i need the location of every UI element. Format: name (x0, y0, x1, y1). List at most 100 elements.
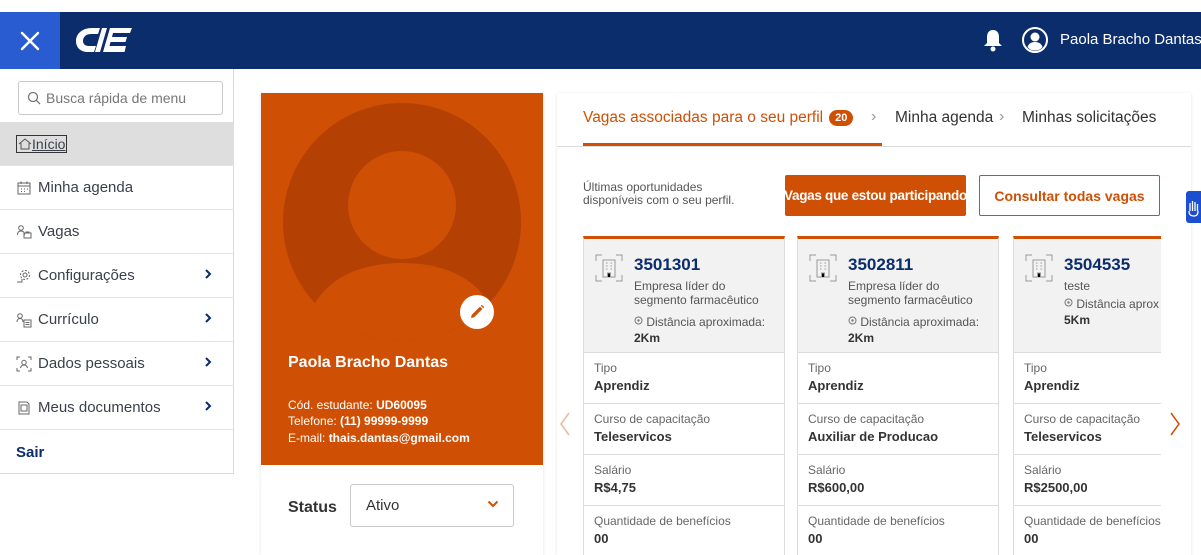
job-field-beneficios: Quantidade de benefícios 00 (798, 506, 998, 555)
hand-sign-icon (1188, 201, 1199, 217)
user-avatar-icon[interactable] (1022, 27, 1048, 53)
location-pin-icon (634, 316, 643, 325)
ciee-logo (76, 28, 132, 52)
field-value: 00 (808, 531, 823, 546)
job-field-tipo: Tipo Aprendiz (1014, 353, 1161, 404)
chevron-down-icon (487, 500, 499, 508)
field-label: Curso de capacitação (1024, 412, 1141, 426)
job-code: 3504535 (1064, 255, 1131, 274)
sidebar-item-label: Currículo (38, 311, 99, 328)
sidebar-item-vagas[interactable]: Vagas (0, 210, 234, 254)
profile-header: Paola Bracho Dantas Cód. estudante: UD60… (261, 93, 543, 465)
field-value: R$600,00 (808, 480, 865, 495)
field-label: Tipo (1024, 361, 1047, 375)
field-label: Quantidade de benefícios (594, 514, 731, 528)
job-distance-label: Distância aprox (1064, 297, 1159, 311)
profile-email-label: E-mail: (288, 431, 326, 445)
menu-search[interactable] (18, 81, 223, 115)
sidebar-item-dados-pessoais[interactable]: Dados pessoais (0, 342, 234, 386)
profile-code: Cód. estudante: UD60095 (288, 398, 427, 412)
profile-name: Paola Bracho Dantas (288, 354, 449, 371)
profile-card: Paola Bracho Dantas Cód. estudante: UD60… (261, 93, 543, 555)
field-label: Tipo (808, 361, 831, 375)
job-field-tipo: Tipo Aprendiz (798, 353, 998, 404)
profile-phone-value: (11) 99999-9999 (340, 414, 429, 428)
document-icon (18, 401, 30, 414)
all-jobs-button[interactable]: Consultar todas vagas (979, 175, 1160, 216)
bell-icon[interactable] (982, 28, 1004, 52)
job-distance-text: Distância aproximada: (646, 315, 766, 329)
tab-separator: › (871, 108, 877, 125)
sidebar-item-sair[interactable]: Sair (0, 430, 234, 474)
header-user-name[interactable]: Paola Bracho Dantas (1060, 31, 1201, 48)
people-icon (17, 224, 32, 238)
field-label: Quantidade de benefícios (1024, 514, 1161, 528)
field-value: Aprendiz (1024, 378, 1080, 393)
job-distance-text: Distância aprox (1076, 297, 1160, 311)
field-value: Teleservicos (594, 429, 672, 444)
job-company: Empresa líder do segmento farmacêutico (634, 279, 759, 307)
job-card-header: 3502811 Empresa líder do segmento farmac… (798, 239, 998, 353)
active-tab-indicator (583, 143, 882, 146)
field-label: Quantidade de benefícios (808, 514, 945, 528)
sidebar-item-meus-documentos[interactable]: Meus documentos (0, 386, 234, 430)
sidebar-item-label: Sair (16, 443, 45, 461)
sidebar: Início Minha agenda Vagas Configurações … (0, 69, 234, 474)
profile-code-label: Cód. estudante: (288, 398, 373, 412)
job-card[interactable]: 3502811 Empresa líder do segmento farmac… (797, 236, 999, 555)
carousel-next-arrow[interactable] (1169, 411, 1181, 437)
job-card[interactable]: 3501301 Empresa líder do segmento farmac… (583, 236, 785, 555)
edit-photo-button[interactable] (460, 295, 494, 329)
sidebar-item-minha-agenda[interactable]: Minha agenda (0, 166, 234, 210)
field-value: 00 (594, 531, 609, 546)
job-field-salario: Salário R$4,75 (584, 455, 784, 506)
sidebar-item-label: Minha agenda (38, 179, 134, 196)
field-label: Curso de capacitação (594, 412, 711, 426)
location-pin-icon (848, 316, 857, 325)
profile-code-value: UD60095 (376, 398, 427, 412)
resume-icon (16, 312, 32, 327)
job-company: Empresa líder do segmento farmacêutico (848, 279, 973, 307)
building-icon (1025, 254, 1053, 282)
job-distance: 2Km (634, 331, 661, 345)
tab-minhas-solicitacoes[interactable]: Minhas solicitações (1022, 109, 1156, 127)
field-value: Aprendiz (808, 378, 864, 393)
tab-minha-agenda[interactable]: Minha agenda (895, 109, 993, 127)
job-distance: 2Km (848, 331, 875, 345)
sidebar-item-label: Início (32, 135, 66, 152)
field-label: Salário (1024, 463, 1062, 477)
field-value: Auxiliar de Producao (808, 429, 939, 444)
job-code: 3501301 (634, 255, 701, 274)
job-company: teste (1064, 279, 1091, 293)
profile-email-value: thais.dantas@gmail.com (328, 431, 470, 445)
carousel-prev-arrow[interactable] (559, 411, 571, 437)
job-field-tipo: Tipo Aprendiz (584, 353, 784, 404)
pencil-icon (471, 304, 485, 318)
field-label: Curso de capacitação (808, 412, 925, 426)
field-label: Salário (594, 463, 632, 477)
sidebar-item-label: Meus documentos (38, 399, 161, 416)
field-value: Teleservicos (1024, 429, 1102, 444)
location-pin-icon (1064, 298, 1073, 307)
close-menu-button[interactable] (0, 12, 60, 69)
sidebar-item-curriculo[interactable]: Currículo (0, 298, 234, 342)
sidebar-item-configuracoes[interactable]: Configurações (0, 254, 234, 298)
accessibility-widget[interactable] (1186, 191, 1201, 223)
tab-vagas-associadas[interactable]: Vagas associadas para o seu perfil 20 (583, 109, 854, 127)
building-icon (809, 254, 837, 282)
menu-search-input[interactable] (46, 90, 216, 106)
top-bar: Paola Bracho Dantas (0, 12, 1201, 69)
job-card-header: 3501301 Empresa líder do segmento farmac… (584, 239, 784, 353)
job-card[interactable]: 3504535 teste Distância aprox 5Km Tipo Ap… (1013, 236, 1161, 555)
profile-phone: Telefone: (11) 99999-9999 (288, 414, 428, 428)
job-field-curso: Curso de capacitação Auxiliar de Producao (798, 404, 998, 455)
gear-icon (17, 269, 30, 282)
sidebar-item-inicio-box: Início (16, 134, 68, 153)
calendar-icon (17, 181, 31, 194)
sidebar-menu: Início Minha agenda Vagas Configurações … (0, 122, 234, 474)
participating-jobs-button[interactable]: Vagas que estou participando (784, 175, 967, 216)
sidebar-item-inicio[interactable]: Início (0, 122, 234, 166)
chevron-right-icon (205, 313, 212, 323)
job-field-curso: Curso de capacitação Teleservicos (584, 404, 784, 455)
status-select[interactable]: Ativo (350, 484, 514, 527)
